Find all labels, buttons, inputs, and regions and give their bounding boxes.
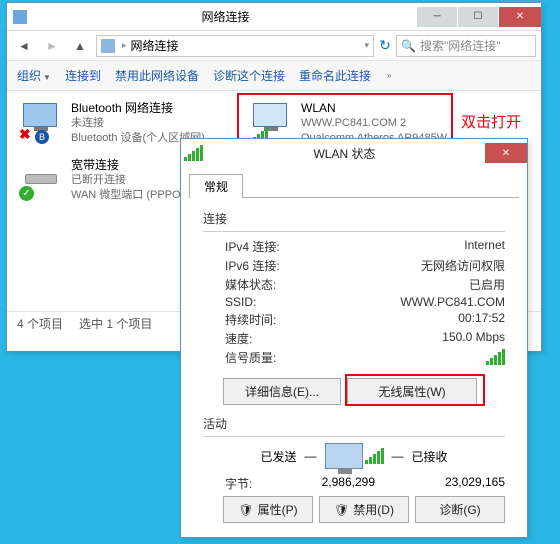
activity-row: 已发送 — — 已接收 (203, 443, 505, 469)
status-count: 4 个项目 (17, 315, 63, 332)
disable-device-button[interactable]: 禁用此网络设备 (115, 67, 199, 84)
connect-to-button[interactable]: 连接到 (65, 67, 101, 84)
media-label: 媒体状态: (225, 276, 469, 293)
item-title: 宽带连接 (71, 158, 192, 173)
close-button[interactable]: ✕ (499, 7, 541, 27)
forward-button[interactable]: ► (40, 34, 64, 58)
speed-label: 速度: (225, 330, 442, 347)
shield-icon: 🛡 (334, 503, 349, 517)
broadband-icon: ✓ (19, 158, 63, 198)
window-icon (7, 10, 35, 24)
organize-menu[interactable]: 组织▼ (17, 67, 51, 84)
search-input[interactable]: 🔍 搜索"网络连接" (396, 35, 536, 57)
details-button[interactable]: 详细信息(E)... (223, 378, 341, 405)
disable-button[interactable]: 🛡禁用(D) (319, 496, 409, 523)
breadcrumb[interactable]: ▸ 网络连接 ▾ (96, 35, 374, 57)
bytes-label: 字节: (225, 475, 285, 492)
monitor-icon (325, 443, 363, 469)
duration-value: 00:17:52 (458, 311, 505, 328)
highlight-wireless-props (345, 374, 485, 406)
address-bar: ◄ ► ▲ ▸ 网络连接 ▾ ↻ 🔍 搜索"网络连接" (7, 31, 541, 61)
sent-label: 已发送 (260, 448, 296, 465)
received-label: 已接收 (412, 448, 448, 465)
overflow-chevron-icon[interactable]: » (387, 71, 391, 80)
window-controls: ✕ (484, 143, 527, 163)
signal-bars-icon (365, 448, 384, 464)
signal-bars-icon (486, 349, 505, 365)
window-controls: ─ ☐ ✕ (416, 7, 541, 27)
close-button[interactable]: ✕ (485, 143, 527, 163)
item-line3: WAN 微型端口 (PPPOE) (71, 188, 192, 203)
refresh-button[interactable]: ↻ (378, 35, 392, 57)
window-title: 网络连接 (35, 8, 416, 25)
tab-body: 连接 IPv4 连接:Internet IPv6 连接:无网络访问权限 媒体状态… (189, 197, 519, 537)
media-value: 已启用 (469, 276, 505, 293)
back-button[interactable]: ◄ (12, 34, 36, 58)
rename-button[interactable]: 重命名此连接 (299, 67, 371, 84)
search-icon: 🔍 (401, 39, 416, 53)
breadcrumb-label: 网络连接 (131, 37, 179, 54)
shield-icon: 🛡 (238, 503, 253, 517)
status-selection: 选中 1 个项目 (79, 315, 152, 332)
ipv6-value: 无网络访问权限 (421, 257, 505, 274)
signal-value (486, 349, 505, 368)
up-button[interactable]: ▲ (68, 34, 92, 58)
titlebar[interactable]: WLAN 状态 ✕ (181, 139, 527, 167)
signal-icon (181, 145, 205, 161)
item-line2: 已断开连接 (71, 173, 192, 188)
signal-label: 信号质量: (225, 349, 486, 368)
tab-general[interactable]: 常规 (189, 174, 243, 198)
item-title: Bluetooth 网络连接 (71, 101, 205, 116)
bluetooth-adapter-icon: ✖B (19, 101, 63, 141)
wlan-status-dialog: WLAN 状态 ✕ 常规 连接 IPv4 连接:Internet IPv6 连接… (180, 138, 528, 538)
item-line2: 未连接 (71, 116, 205, 131)
duration-label: 持续时间: (225, 311, 458, 328)
properties-button[interactable]: 🛡属性(P) (223, 496, 313, 523)
dialog-title: WLAN 状态 (205, 145, 484, 162)
folder-icon (101, 39, 115, 53)
ipv4-value: Internet (464, 238, 505, 255)
minimize-button[interactable]: ─ (417, 7, 457, 27)
section-connection: 连接 (203, 210, 505, 227)
chevron-down-icon[interactable]: ▾ (364, 40, 369, 51)
maximize-button[interactable]: ☐ (458, 7, 498, 27)
diagnose-button[interactable]: 诊断这个连接 (213, 67, 285, 84)
diagnose-button[interactable]: 诊断(G) (415, 496, 505, 523)
ipv6-label: IPv6 连接: (225, 257, 421, 274)
ipv4-label: IPv4 连接: (225, 238, 464, 255)
titlebar[interactable]: 网络连接 ─ ☐ ✕ (7, 3, 541, 31)
highlight-hint: 双击打开 (461, 111, 521, 132)
section-activity: 活动 (203, 415, 505, 432)
speed-value: 150.0 Mbps (442, 330, 505, 347)
ssid-label: SSID: (225, 295, 400, 309)
ssid-value: WWW.PC841.COM (400, 295, 505, 309)
chevron-right-icon: ▸ (122, 40, 127, 51)
search-placeholder: 搜索"网络连接" (420, 37, 501, 54)
bytes-recv-value: 23,029,165 (415, 475, 505, 492)
bytes-sent-value: 2,986,299 (285, 475, 375, 492)
command-bar: 组织▼ 连接到 禁用此网络设备 诊断这个连接 重命名此连接 » (7, 61, 541, 91)
